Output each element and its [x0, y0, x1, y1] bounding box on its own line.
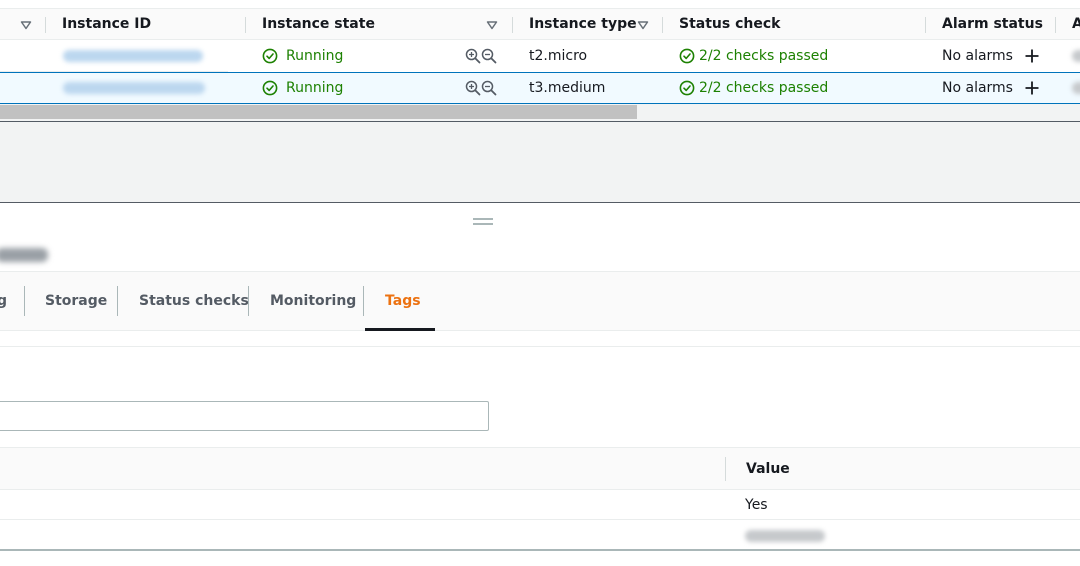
table-row [0, 520, 1080, 550]
column-divider[interactable] [725, 457, 726, 481]
panel-title [0, 248, 48, 262]
tab-divider [248, 286, 249, 316]
table-empty-area [0, 122, 1080, 203]
section-divider [0, 346, 1080, 347]
details-tab-bar: g Storage Status checks Monitoring Tags [0, 271, 1080, 331]
instances-table-header: Instance ID Instance state Instance type… [0, 8, 1080, 40]
sort-caret-icon[interactable] [486, 19, 498, 31]
column-divider[interactable] [245, 17, 246, 33]
column-divider[interactable] [512, 17, 513, 33]
tab-storage[interactable]: Storage [45, 272, 107, 330]
column-header-truncated[interactable]: A [1072, 9, 1080, 41]
check-circle-icon [262, 80, 278, 96]
zoom-out-icon[interactable] [481, 80, 497, 96]
zoom-in-icon[interactable] [465, 80, 481, 96]
check-circle-icon [262, 48, 278, 64]
table-row: Yes [0, 490, 1080, 520]
tab-status-checks[interactable]: Status checks [139, 272, 249, 330]
zoom-out-icon[interactable] [481, 48, 497, 64]
sort-caret-icon[interactable] [637, 19, 649, 31]
tag-value: Yes [745, 497, 768, 513]
resize-handle-icon[interactable] [473, 218, 493, 225]
zoom-in-icon[interactable] [465, 48, 481, 64]
instance-id-link[interactable] [63, 50, 203, 62]
sort-caret-icon[interactable] [20, 19, 32, 31]
column-divider[interactable] [45, 17, 46, 33]
column-header-alarm-status[interactable]: Alarm status [942, 9, 1043, 41]
plus-icon[interactable] [1024, 48, 1040, 64]
instance-id-link[interactable] [63, 82, 205, 94]
column-divider[interactable] [662, 17, 663, 33]
alarm-status-text: No alarms [942, 48, 1013, 64]
instance-type-text: t2.micro [529, 48, 588, 64]
table-row-selected[interactable]: Running t3.medium 2/2 checks passed No a… [0, 72, 1080, 104]
tab-divider [363, 286, 364, 316]
column-header-status-check[interactable]: Status check [679, 9, 780, 41]
truncated-cell [1072, 82, 1080, 94]
status-check-text: 2/2 checks passed [699, 80, 829, 96]
panel-bottom-border [0, 549, 1080, 551]
tags-filter-input[interactable] [0, 401, 489, 431]
truncated-cell [1072, 50, 1080, 62]
tab-tags[interactable]: Tags [385, 272, 421, 330]
instance-state-text: Running [286, 48, 344, 64]
tab-monitoring[interactable]: Monitoring [270, 272, 356, 330]
column-divider[interactable] [925, 17, 926, 33]
active-tab-indicator [365, 328, 435, 331]
instance-type-text: t3.medium [529, 80, 606, 96]
instance-details-panel: g Storage Status checks Monitoring Tags … [0, 204, 1080, 566]
check-circle-icon [679, 80, 695, 96]
tab-divider [24, 286, 25, 316]
horizontal-scrollbar-thumb[interactable] [0, 105, 637, 119]
tag-value-redacted [745, 530, 825, 542]
tab-partial[interactable]: g [0, 272, 7, 330]
column-header-instance-type[interactable]: Instance type [529, 9, 637, 41]
alarm-status-text: No alarms [942, 80, 1013, 96]
tab-divider [117, 286, 118, 316]
status-check-text: 2/2 checks passed [699, 48, 829, 64]
column-header-value[interactable]: Value [746, 448, 790, 489]
check-circle-icon [679, 48, 695, 64]
tags-table-header: Value [0, 447, 1080, 490]
column-divider[interactable] [1055, 17, 1056, 33]
instance-state-text: Running [286, 80, 344, 96]
column-header-instance-id[interactable]: Instance ID [62, 9, 151, 41]
plus-icon[interactable] [1024, 80, 1040, 96]
column-header-instance-state[interactable]: Instance state [262, 9, 375, 41]
table-row[interactable]: Running t2.micro 2/2 checks passed No al… [0, 40, 1080, 72]
